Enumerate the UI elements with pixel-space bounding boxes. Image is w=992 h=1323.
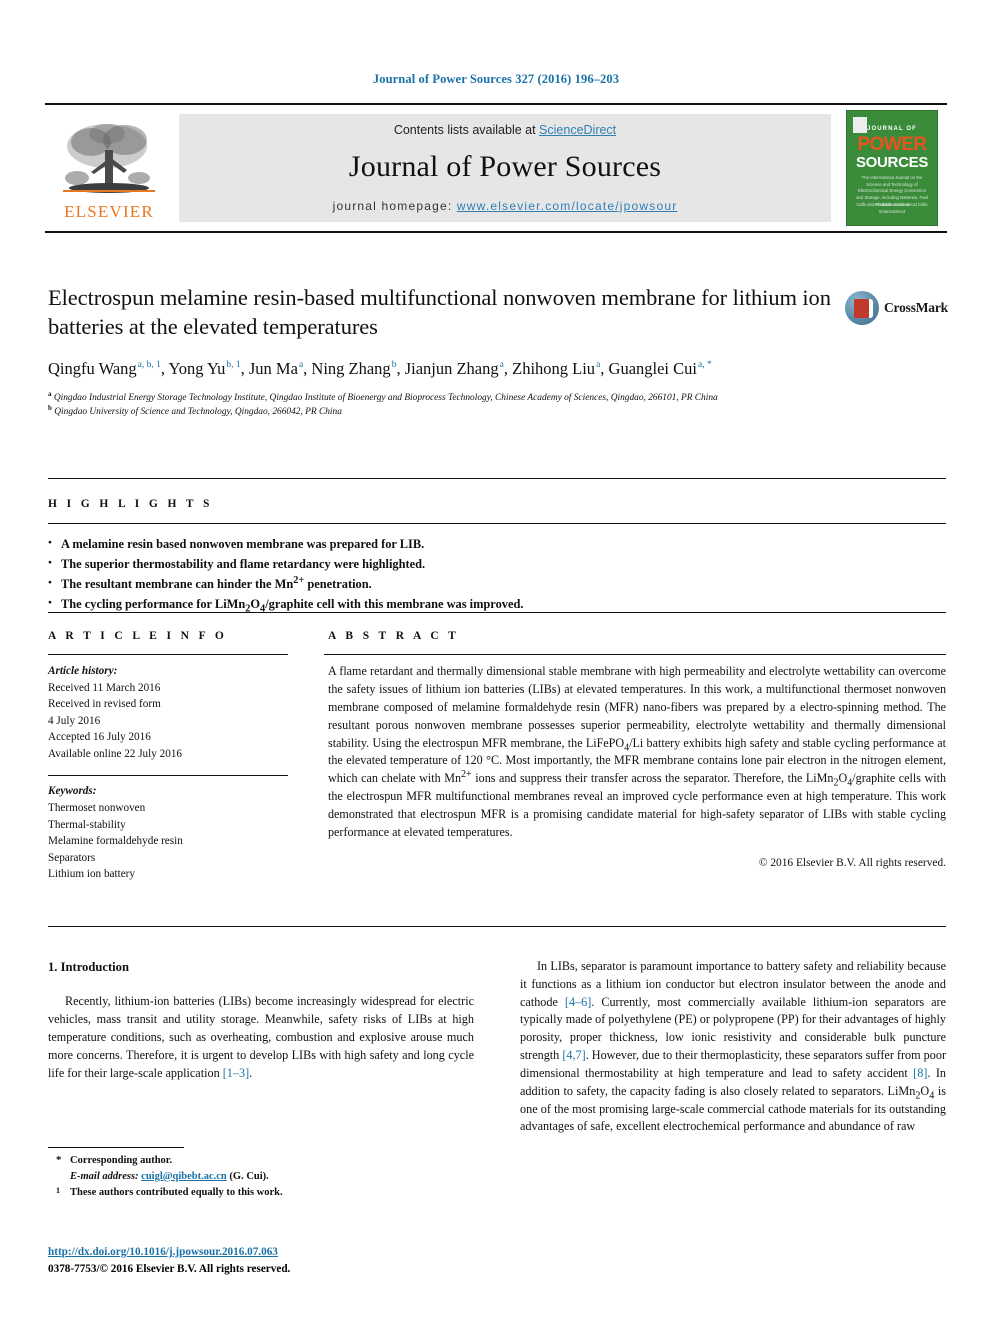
highlights-section: H I G H L I G H T S A melamine resin bas… <box>48 498 946 614</box>
journal-homepage-link[interactable]: www.elsevier.com/locate/jpowsour <box>457 199 677 213</box>
article-info-body: Article history: Received 11 March 2016 R… <box>48 663 324 883</box>
divider-above-body <box>48 926 946 927</box>
keyword-item: Thermal-stability <box>48 818 126 831</box>
article-history-item: Available online 22 July 2016 <box>48 747 183 760</box>
author-affiliation-marks: b <box>391 360 397 370</box>
introduction-paragraph-left: Recently, lithium-ion batteries (LIBs) b… <box>48 994 474 1080</box>
elsevier-tree-icon <box>63 124 155 193</box>
keywords-divider <box>48 775 288 777</box>
author-affiliation-marks: a <box>298 360 304 370</box>
doi-link[interactable]: http://dx.doi.org/10.1016/j.jpowsour.201… <box>48 1246 278 1258</box>
highlights-divider <box>48 523 946 524</box>
article-history-item: Received 11 March 2016 <box>48 681 161 694</box>
keyword-item: Lithium ion battery <box>48 868 135 881</box>
highlights-list: A melamine resin based nonwoven membrane… <box>48 533 946 614</box>
journal-homepage-line: journal homepage: www.elsevier.com/locat… <box>333 199 678 213</box>
affiliation-list: a Qingdao Industrial Energy Storage Tech… <box>48 390 778 419</box>
abstract-text: A flame retardant and thermally dimensio… <box>328 664 946 840</box>
keywords-label: Keywords: <box>48 785 97 798</box>
author-affiliation-marks: a <box>596 360 601 370</box>
footnote-star-mark: * <box>56 1154 62 1166</box>
footnote-equal-text: These authors contributed equally to thi… <box>70 1186 283 1198</box>
author-affiliation-marks: a, * <box>697 360 712 370</box>
title-block: Electrospun melamine resin-based multifu… <box>48 283 838 420</box>
cover-journal-of-text: JOURNAL OF <box>867 126 917 132</box>
body-column-left: 1. Introduction Recently, lithium-ion ba… <box>48 958 474 1136</box>
journal-banner: Contents lists available at ScienceDirec… <box>179 114 831 222</box>
affiliation-item: a Qingdao Industrial Energy Storage Tech… <box>48 390 718 404</box>
journal-cover-image: JOURNAL OF POWER SOURCES The Internation… <box>846 110 938 226</box>
abstract-body: A flame retardant and thermally dimensio… <box>324 663 946 883</box>
body-column-right: In LIBs, separator is paramount importan… <box>520 958 946 1136</box>
article-history-item: Received in revised form <box>48 698 161 711</box>
keyword-item: Melamine formaldehyde resin <box>48 835 183 848</box>
cover-sources-text: SOURCES <box>855 154 929 171</box>
author-name: Qingfu Wang <box>48 358 137 378</box>
crossmark-book-icon <box>854 298 873 318</box>
article-info-divider <box>48 654 288 655</box>
journal-title: Journal of Power Sources <box>348 150 662 183</box>
introduction-paragraph-right: In LIBs, separator is paramount importan… <box>520 959 947 1134</box>
sciencedirect-link[interactable]: ScienceDirect <box>539 123 616 137</box>
article-history-label: Article history: <box>48 665 118 677</box>
info-abstract-section: A R T I C L E I N F O A B S T R A C T Ar… <box>48 630 946 883</box>
abstract-heading: A B S T R A C T <box>328 630 460 642</box>
contents-prefix: Contents lists available at <box>393 123 540 137</box>
footnote-divider <box>48 1147 184 1148</box>
crossmark-label: CrossMark <box>884 300 948 315</box>
author-name: Ning Zhang <box>311 358 391 378</box>
keyword-item: Separators <box>48 851 96 864</box>
footnotes-block: * Corresponding author. E-mail address: … <box>48 1147 474 1200</box>
author-name: Jianjun Zhang <box>404 358 499 378</box>
author-affiliation-marks: a, b, 1 <box>137 360 161 370</box>
keywords-list: Thermoset nonwoven Thermal-stability Melam… <box>48 800 324 883</box>
body-columns: 1. Introduction Recently, lithium-ion ba… <box>48 958 946 1136</box>
highlight-item: The superior thermostability and flame r… <box>48 554 946 574</box>
article-history-item: 4 July 2016 <box>48 714 101 727</box>
introduction-heading: 1. Introduction <box>48 960 129 974</box>
highlight-item: A melamine resin based nonwoven membrane… <box>48 533 946 554</box>
crossmark-icon <box>845 291 879 325</box>
journal-masthead: ELSEVIER Contents lists available at Sci… <box>45 103 947 233</box>
highlight-item: The resultant membrane can hinder the Mn… <box>48 574 946 594</box>
page-title: Electrospun melamine resin-based multifu… <box>48 285 831 340</box>
crossmark-badge[interactable]: CrossMark <box>845 286 948 330</box>
author-name: Jun Ma <box>248 358 298 378</box>
footnote-corresponding-author: * Corresponding author. <box>48 1153 474 1169</box>
running-head: Journal of Power Sources 327 (2016) 196–… <box>372 72 620 86</box>
highlights-heading: H I G H L I G H T S <box>48 498 213 510</box>
footnote-equal-contribution: 1 These authors contributed equally to t… <box>48 1185 474 1201</box>
doi-block: http://dx.doi.org/10.1016/j.jpowsour.201… <box>48 1244 568 1278</box>
article-info-heading: A R T I C L E I N F O <box>48 630 228 642</box>
contents-available-line: Contents lists available at ScienceDirec… <box>394 123 616 137</box>
author-affiliation-marks: b, 1 <box>226 360 241 370</box>
divider-above-highlights <box>48 478 946 479</box>
journal-cover-thumbnail: JOURNAL OF POWER SOURCES The Internation… <box>837 105 947 231</box>
email-suffix: (G. Cui). <box>229 1170 269 1182</box>
elsevier-wordmark: ELSEVIER <box>64 202 154 221</box>
author-list: Qingfu Wanga, b, 1, Yong Yub, 1, Jun Maa… <box>48 358 712 378</box>
footnote-corresponding-text: Corresponding author. <box>70 1155 173 1166</box>
author-name: Guanglei Cui <box>608 358 697 378</box>
footnote-one-mark: 1 <box>56 1185 60 1195</box>
divider-above-article-info <box>48 612 946 613</box>
paper-page: Journal of Power Sources 327 (2016) 196–… <box>0 0 992 1323</box>
email-link[interactable]: cuigl@qibebt.ac.cn <box>141 1171 227 1182</box>
keyword-item: Thermoset nonwoven <box>48 802 146 815</box>
author-name: Zhihong Liu <box>512 358 596 378</box>
homepage-prefix: journal homepage: <box>332 199 457 213</box>
cover-footer-text: Available online at ScienceDirect <box>874 202 910 215</box>
author-name: Yong Yu <box>168 358 226 378</box>
article-history-list: Received 11 March 2016 Received in revise… <box>48 680 324 763</box>
elsevier-logo: ELSEVIER <box>45 105 173 231</box>
author-affiliation-marks: a <box>499 360 504 370</box>
copyright-line: © 2016 Elsevier B.V. All rights reserved… <box>758 856 946 869</box>
abstract-divider <box>324 654 946 655</box>
affiliation-item: b Qingdao University of Science and Tech… <box>48 403 342 418</box>
cover-power-text: POWER <box>857 134 927 155</box>
issn-copyright-line: 0378-7753/© 2016 Elsevier B.V. All right… <box>48 1262 291 1275</box>
footnote-email-row: E-mail address: cuigl@qibebt.ac.cn (G. C… <box>48 1169 474 1185</box>
email-label: E-mail address: <box>70 1170 139 1182</box>
article-history-item: Accepted 16 July 2016 <box>48 731 151 744</box>
